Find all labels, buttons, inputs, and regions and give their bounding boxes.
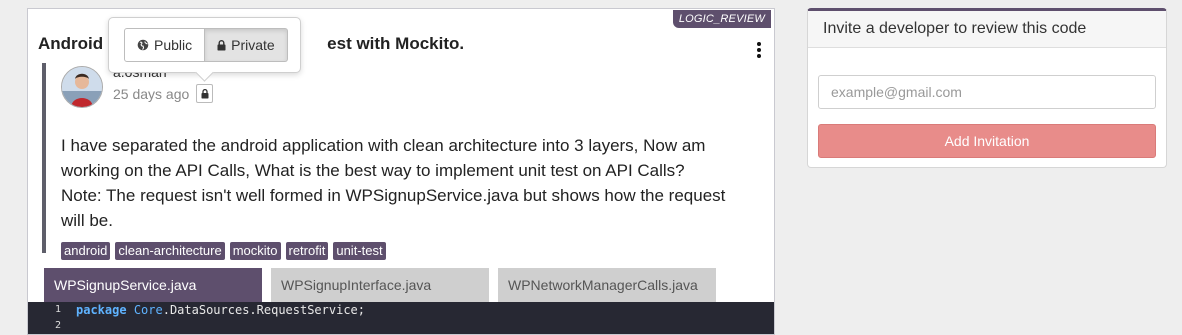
tag-unit-test[interactable]: unit-test [333,242,386,260]
tag-clean-architecture[interactable]: clean-architecture [115,242,225,260]
post-content: a.osman 25 days ago I have separated the… [42,63,762,260]
visibility-toggle: Public Private [124,28,288,62]
tag-android[interactable]: android [61,242,111,260]
code-viewer[interactable]: 1 package Core.DataSources.RequestServic… [28,302,774,334]
avatar[interactable] [61,66,103,108]
lock-icon [217,39,226,50]
post-body-line: I have separated the android application… [61,136,706,155]
public-button[interactable]: Public [124,28,206,62]
post-body-line: Note: The request isn't well formed in W… [61,186,726,205]
tab-wpsignupservice[interactable]: WPSignupService.java [44,268,262,302]
post-title-end: est with Mockito. [327,34,465,53]
category-badge: LOGIC_REVIEW [672,10,771,28]
globe-icon [137,39,149,51]
add-invitation-button[interactable]: Add Invitation [818,124,1156,158]
private-label: Private [231,37,275,53]
invite-heading: Invite a developer to review this code [808,11,1166,48]
public-label: Public [154,37,193,53]
line-number: 1 [54,304,61,315]
visibility-popover: Public Private [108,17,301,82]
post-body-line: working on the API Calls, What is the be… [61,161,685,180]
line-number: 2 [54,320,61,331]
tab-wpnetworkmanagercalls[interactable]: WPNetworkManagerCalls.java [498,268,716,302]
tag-list: android clean-architecture mockito retro… [61,242,386,260]
code-line-content: package Core.DataSources.RequestService; [76,303,366,317]
private-button[interactable]: Private [205,28,288,62]
tag-retrofit[interactable]: retrofit [285,242,329,260]
lock-icon [201,88,208,98]
invite-panel: Invite a developer to review this code A… [807,8,1167,168]
post-time: 25 days ago [113,86,190,102]
post-body: I have separated the android application… [61,133,771,233]
post-title-start: Android [38,34,104,53]
more-options-icon[interactable] [751,41,767,59]
tag-mockito[interactable]: mockito [229,242,281,260]
post-body-line: will be. [61,211,113,230]
email-input[interactable] [818,75,1156,109]
visibility-lock-button[interactable] [196,84,213,103]
tab-wpsignupinterface[interactable]: WPSignupInterface.java [271,268,489,302]
file-tabs: WPSignupService.java WPSignupInterface.j… [44,268,716,302]
